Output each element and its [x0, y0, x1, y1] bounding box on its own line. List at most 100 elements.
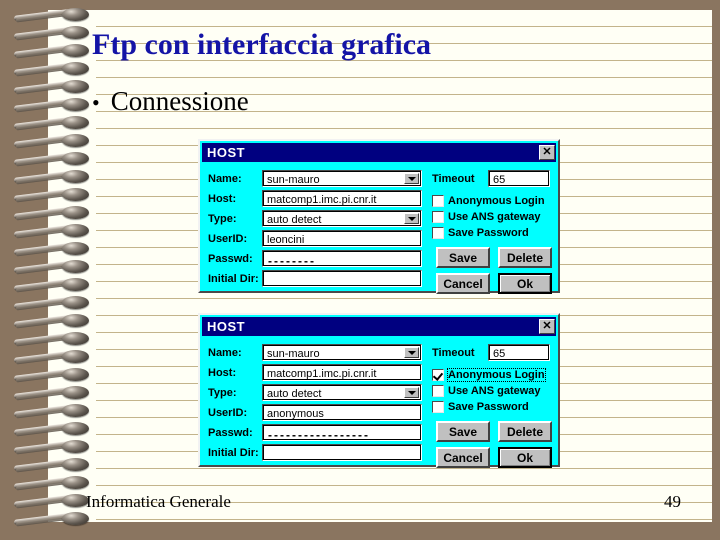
- binding-ring: [14, 476, 89, 491]
- binding-ring: [14, 278, 89, 293]
- binding-ring: [14, 188, 89, 203]
- timeout-value: 65: [493, 174, 506, 186]
- checkmark-icon[interactable]: [432, 369, 444, 381]
- host-dialog-1[interactable]: HOST ✕ Name: sun-mauro Host: matcomp1.imc.pi.…: [198, 139, 560, 294]
- dialog-titlebar[interactable]: HOST ✕: [202, 143, 556, 162]
- chevron-down-icon[interactable]: [404, 173, 419, 184]
- field-label-initialdir: Initial Dir:: [208, 273, 259, 285]
- close-icon[interactable]: ✕: [539, 145, 555, 160]
- dialog-body: Name: sun-mauro Host: matcomp1.imc.pi.cnr.i…: [200, 336, 558, 468]
- input-passwd[interactable]: --------: [262, 250, 422, 267]
- checkbox-icon[interactable]: [432, 195, 444, 207]
- host-dialog-2[interactable]: HOST ✕ Name: sun-mauro Host: matcomp1.imc.pi.…: [198, 313, 560, 468]
- combo-name[interactable]: sun-mauro: [262, 170, 422, 187]
- password-mask: --------: [268, 254, 316, 267]
- field-value: matcomp1.imc.pi.cnr.it: [267, 194, 377, 206]
- field-label-userid: UserID:: [208, 233, 248, 245]
- binding-ring: [14, 224, 89, 239]
- field-inner: matcomp1.imc.pi.cnr.it: [263, 191, 421, 206]
- checkbox-label: Use ANS gateway: [448, 385, 541, 397]
- ok-button[interactable]: Ok: [498, 273, 552, 294]
- password-mask: -----------------: [268, 428, 370, 441]
- field-value: matcomp1.imc.pi.cnr.it: [267, 368, 377, 380]
- binding-ring: [14, 296, 89, 311]
- delete-button[interactable]: Delete: [498, 421, 552, 442]
- checkbox-label: Anonymous Login: [447, 368, 546, 382]
- binding-ring: [14, 44, 89, 59]
- binding-ring: [14, 422, 89, 437]
- binding-ring: [14, 62, 89, 77]
- checkbox-use-ans-gateway[interactable]: Use ANS gateway: [432, 385, 541, 397]
- bullet-dot-icon: •: [92, 90, 100, 115]
- input-host[interactable]: matcomp1.imc.pi.cnr.it: [262, 364, 422, 381]
- field-inner: anonymous: [263, 405, 421, 420]
- checkbox-anonymous-login[interactable]: Anonymous Login: [432, 195, 545, 207]
- input-passwd[interactable]: -----------------: [262, 424, 422, 441]
- input-initialdir[interactable]: [262, 444, 422, 461]
- field-inner: sun-mauro: [263, 345, 421, 360]
- field-label-name: Name:: [208, 173, 242, 185]
- input-host[interactable]: matcomp1.imc.pi.cnr.it: [262, 190, 422, 207]
- binding-ring: [14, 134, 89, 149]
- bullet-item-connessione: • Connessione: [92, 86, 249, 117]
- field-inner: matcomp1.imc.pi.cnr.it: [263, 365, 421, 380]
- field-label-userid: UserID:: [208, 407, 248, 419]
- checkbox-icon[interactable]: [432, 401, 444, 413]
- input-timeout[interactable]: 65: [488, 344, 550, 361]
- binding-ring: [14, 458, 89, 473]
- binding-ring: [14, 242, 89, 257]
- binding-ring: [14, 116, 89, 131]
- save-button[interactable]: Save: [436, 421, 490, 442]
- checkbox-save-password[interactable]: Save Password: [432, 401, 529, 413]
- field-inner: [263, 445, 421, 460]
- field-value: sun-mauro: [267, 174, 320, 186]
- field-inner: --------: [263, 251, 421, 266]
- combo-type[interactable]: auto detect: [262, 384, 422, 401]
- binding-ring: [14, 512, 89, 527]
- field-value: anonymous: [267, 408, 324, 420]
- binding-ring: [14, 98, 89, 113]
- combo-name[interactable]: sun-mauro: [262, 344, 422, 361]
- chevron-down-icon[interactable]: [404, 387, 419, 398]
- cancel-button[interactable]: Cancel: [436, 447, 490, 468]
- checkbox-save-password[interactable]: Save Password: [432, 227, 529, 239]
- binding-ring: [14, 314, 89, 329]
- field-label-initialdir: Initial Dir:: [208, 447, 259, 459]
- field-inner: -----------------: [263, 425, 421, 440]
- input-timeout[interactable]: 65: [488, 170, 550, 187]
- bullet-label: Connessione: [110, 86, 249, 116]
- combo-type[interactable]: auto detect: [262, 210, 422, 227]
- checkbox-icon[interactable]: [432, 385, 444, 397]
- binding-ring: [14, 332, 89, 347]
- binding-ring: [14, 206, 89, 221]
- save-button[interactable]: Save: [436, 247, 490, 268]
- input-userid[interactable]: leoncini: [262, 230, 422, 247]
- input-initialdir[interactable]: [262, 270, 422, 287]
- delete-button[interactable]: Delete: [498, 247, 552, 268]
- field-value: auto detect: [267, 214, 322, 226]
- ok-button[interactable]: Ok: [498, 447, 552, 468]
- checkbox-use-ans-gateway[interactable]: Use ANS gateway: [432, 211, 541, 223]
- field-label-host: Host:: [208, 193, 237, 205]
- checkbox-label: Save Password: [448, 401, 529, 413]
- chevron-down-icon[interactable]: [404, 213, 419, 224]
- field-inner: auto detect: [263, 211, 421, 226]
- field-label-type: Type:: [208, 387, 237, 399]
- checkbox-anonymous-login[interactable]: Anonymous Login: [432, 368, 546, 382]
- field-label-type: Type:: [208, 213, 237, 225]
- binding-ring: [14, 80, 89, 95]
- dialog-body: Name: sun-mauro Host: matcomp1.imc.pi.cnr.i…: [200, 162, 558, 294]
- field-value: leoncini: [267, 234, 305, 246]
- chevron-down-icon[interactable]: [404, 347, 419, 358]
- cancel-button[interactable]: Cancel: [436, 273, 490, 294]
- binding-ring: [14, 26, 89, 41]
- checkbox-icon[interactable]: [432, 211, 444, 223]
- checkbox-icon[interactable]: [432, 227, 444, 239]
- binding-ring: [14, 350, 89, 365]
- timeout-value: 65: [493, 348, 506, 360]
- dialog-titlebar[interactable]: HOST ✕: [202, 317, 556, 336]
- dialog-title: HOST: [207, 319, 246, 334]
- page-title: Ftp con interfaccia grafica: [92, 28, 432, 61]
- input-userid[interactable]: anonymous: [262, 404, 422, 421]
- close-icon[interactable]: ✕: [539, 319, 555, 334]
